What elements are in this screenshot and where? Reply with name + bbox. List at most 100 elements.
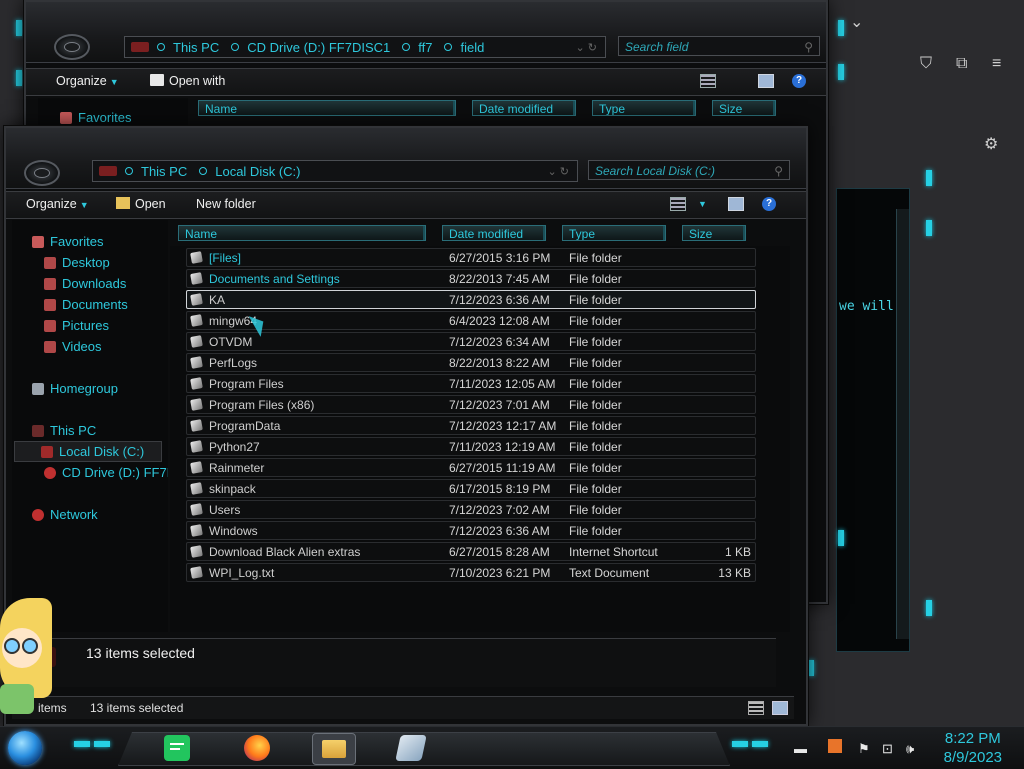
file-row[interactable]: Windows 7/12/2023 6:36 AM File folder [186, 521, 756, 540]
column-header-date[interactable]: Date modified [472, 100, 576, 116]
favorites-icon [32, 236, 44, 248]
nav-item-pictures[interactable]: Pictures [44, 316, 109, 335]
view-options-icon[interactable] [670, 197, 686, 213]
nav-item-homegroup[interactable]: Homegroup [32, 379, 118, 398]
large-icons-view-icon[interactable] [772, 701, 788, 715]
nav-label: Favorites [50, 234, 104, 249]
breadcrumb-cd-drive[interactable]: CD Drive (D:) FF7DISC1 [247, 40, 390, 55]
nav-item-documents[interactable]: Documents [44, 295, 128, 314]
breadcrumb-ff7[interactable]: ff7 [418, 40, 432, 55]
file-name: OTVDM [209, 335, 253, 349]
column-header-date[interactable]: Date modified [442, 225, 546, 241]
preview-pane-icon[interactable] [728, 197, 744, 213]
chevron-down-icon[interactable]: ⌄ [850, 12, 863, 32]
file-type: File folder [569, 251, 622, 265]
column-header-name[interactable]: Name [178, 225, 426, 241]
nav-item-local-disk[interactable]: Local Disk (C:) [14, 441, 162, 462]
search-input[interactable]: Search field ⚲ [618, 36, 820, 56]
organize-button[interactable]: Organize ▼ [26, 197, 89, 211]
file-row[interactable]: Program Files 7/11/2023 12:05 AM File fold… [186, 374, 756, 393]
window-titlebar[interactable]: This PC CD Drive (D:) FF7DISC1 ff7 field… [26, 2, 826, 63]
breadcrumb-separator [444, 43, 453, 51]
file-row[interactable]: PerfLogs 8/22/2013 8:22 AM File folder [186, 353, 756, 372]
nav-item-desktop[interactable]: Desktop [44, 253, 110, 272]
console-scrollbar[interactable] [896, 209, 909, 639]
file-explorer-icon[interactable] [312, 733, 356, 765]
firefox-icon[interactable] [244, 735, 270, 761]
column-header-size[interactable]: Size [712, 100, 776, 116]
open-with-button[interactable]: Open with [150, 74, 225, 88]
file-row[interactable]: KA 7/12/2023 6:36 AM File folder [186, 290, 756, 309]
volume-icon[interactable]: 🕪 [906, 741, 914, 757]
file-name: Documents and Settings [209, 272, 340, 286]
nav-item-downloads[interactable]: Downloads [44, 274, 126, 293]
breadcrumb-field[interactable]: field [460, 40, 484, 55]
open-button[interactable]: Open [116, 197, 166, 211]
nav-item-this-pc[interactable]: This PC [32, 421, 96, 440]
frame-light [838, 20, 844, 36]
file-row[interactable]: Documents and Settings 8/22/2013 7:45 AM F… [186, 269, 756, 288]
nav-item-favorites[interactable]: Favorites [32, 232, 103, 251]
address-bar[interactable]: This PC Local Disk (C:) ⌄ ↻ [92, 160, 578, 182]
breadcrumb-this-pc[interactable]: This PC [141, 164, 187, 179]
menu-icon[interactable]: ≡ [992, 55, 1001, 73]
address-bar[interactable]: This PC CD Drive (D:) FF7DISC1 ff7 field… [124, 36, 606, 58]
notepad-icon[interactable] [395, 735, 427, 761]
search-icon[interactable]: ⚲ [774, 161, 783, 181]
chevron-down-icon[interactable]: ▼ [698, 199, 707, 215]
nav-item-network[interactable]: Network [32, 505, 98, 524]
desktop-character-gadget[interactable] [0, 598, 58, 718]
file-row[interactable]: Download Black Alien extras 6/27/2015 8:2… [186, 542, 756, 561]
file-row[interactable]: Python27 7/11/2023 12:19 AM File folder [186, 437, 756, 456]
start-button[interactable] [8, 731, 42, 765]
organize-button[interactable]: Organize ▼ [56, 74, 119, 88]
file-icon [190, 545, 203, 558]
file-row[interactable]: [Files] 6/27/2015 3:16 PM File folder [186, 248, 756, 267]
help-icon[interactable]: ? [792, 74, 806, 90]
file-name: Python27 [209, 440, 260, 454]
file-row[interactable]: WPI_Log.txt 7/10/2023 6:21 PM Text Documen… [186, 563, 756, 582]
file-row[interactable]: ProgramData 7/12/2023 12:17 AM File folder [186, 416, 756, 435]
back-forward-orb-icon[interactable] [54, 34, 90, 60]
file-row[interactable]: skinpack 6/17/2015 8:19 PM File folder [186, 479, 756, 498]
notes-app-icon[interactable] [164, 735, 190, 761]
back-forward-orb-icon[interactable] [24, 160, 60, 186]
refresh-icon[interactable]: ⌄ ↻ [576, 41, 606, 54]
file-name: ProgramData [209, 419, 281, 433]
file-name: Program Files (x86) [209, 398, 315, 412]
column-header-size[interactable]: Size [682, 225, 746, 241]
breadcrumb-local-disk[interactable]: Local Disk (C:) [215, 164, 300, 179]
file-row[interactable]: Users 7/12/2023 7:02 AM File folder [186, 500, 756, 519]
file-type: File folder [569, 419, 622, 433]
file-row[interactable]: OTVDM 7/12/2023 6:34 AM File folder [186, 332, 756, 351]
gear-icon[interactable]: ⚙ [984, 134, 998, 154]
shield-icon[interactable]: ⛉ [920, 55, 932, 73]
app-tray-icon[interactable] [828, 739, 842, 753]
search-input[interactable]: Search Local Disk (C:) ⚲ [588, 160, 790, 180]
refresh-icon[interactable]: ⌄ ↻ [548, 165, 578, 178]
breadcrumb-this-pc[interactable]: This PC [173, 40, 219, 55]
show-hidden-icons-icon[interactable]: ▬ [794, 741, 807, 756]
search-icon[interactable]: ⚲ [804, 37, 813, 57]
file-row[interactable]: Rainmeter 6/27/2015 11:19 AM File folder [186, 458, 756, 477]
details-pane: 13 items selected [12, 638, 776, 687]
help-icon[interactable]: ? [762, 197, 776, 213]
column-header-type[interactable]: Type [562, 225, 666, 241]
preview-pane-icon[interactable] [758, 74, 774, 90]
network-icon[interactable]: ⊡ [882, 741, 893, 757]
file-date-modified: 8/22/2013 7:45 AM [449, 272, 550, 286]
details-view-icon[interactable] [748, 701, 764, 715]
clock[interactable]: 8:22 PM 8/9/2023 [944, 729, 1002, 767]
extension-icon[interactable]: ⧉ [956, 55, 967, 73]
nav-item-videos[interactable]: Videos [44, 337, 102, 356]
column-header-name[interactable]: Name [198, 100, 456, 116]
new-folder-button[interactable]: New folder [196, 197, 256, 211]
column-header-type[interactable]: Type [592, 100, 696, 116]
file-row[interactable]: mingw64 6/4/2023 12:08 AM File folder [186, 311, 756, 330]
window-titlebar[interactable]: This PC Local Disk (C:) ⌄ ↻ Search Local… [6, 128, 806, 189]
file-row[interactable]: Program Files (x86) 7/12/2023 7:01 AM File… [186, 395, 756, 414]
view-options-icon[interactable] [700, 74, 716, 90]
nav-item-cd-drive[interactable]: CD Drive (D:) FF7D [44, 463, 168, 482]
nav-item-favorites[interactable]: Favorites [60, 108, 131, 127]
flag-icon[interactable]: ⚑ [858, 741, 870, 757]
